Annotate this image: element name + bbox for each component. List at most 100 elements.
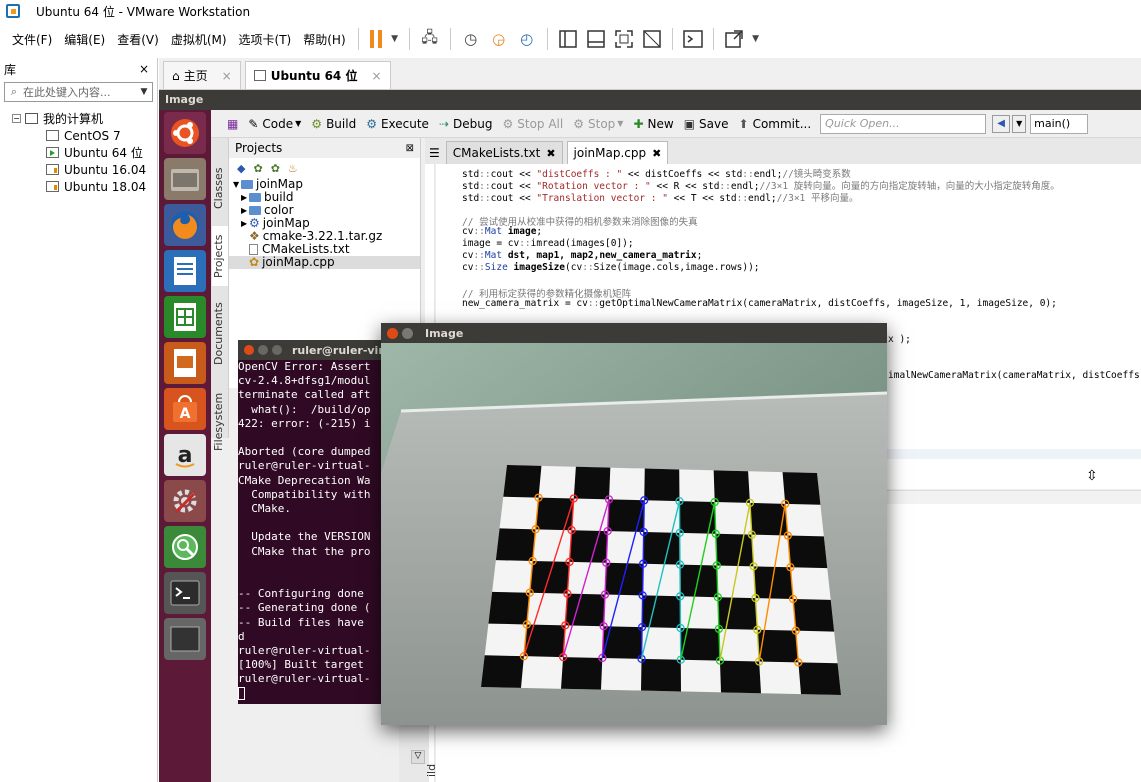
terminal-line: cv-2.4.8+dfsg1/modul [238,374,371,388]
opencv-image-window[interactable]: Image [381,323,887,725]
guest-screen[interactable]: Image A a ▦ ✎ Code ▼ ⚙ Build ⚙ Execute ⇢… [159,90,1141,782]
terminal-line: d [238,629,245,643]
code-button[interactable]: ✎ Code ▼ [248,117,301,131]
tree-node-file[interactable]: ✿ joinMap.cpp [229,256,420,269]
library-search-input[interactable]: ⌕ 在此处键入内容... ▼ [4,82,153,102]
stop-all-button[interactable]: ⚙ Stop All [502,117,563,131]
amazon-icon[interactable]: a [164,434,206,476]
menu-vm[interactable]: 虚拟机(M) [165,31,233,48]
codelite-icon[interactable] [164,526,206,568]
chevron-down-icon[interactable]: ▼ [136,87,152,97]
software-center-icon[interactable]: A [164,388,206,430]
tree-node-folder[interactable]: ▶ build [229,191,420,204]
thumbnail-bar-icon[interactable] [585,28,607,50]
close-icon[interactable]: ⊠ [406,143,414,154]
stretch-icon[interactable] [723,28,745,50]
minimize-icon[interactable] [402,327,413,339]
menu-edit[interactable]: 编辑(E) [58,31,111,48]
terminal-line: 422: error: (-215) i [238,416,371,430]
menu-help[interactable]: 帮助(H) [297,31,351,48]
pause-icon[interactable] [368,28,384,50]
new-button[interactable]: ✚ New [633,117,673,131]
maximize-icon[interactable] [272,345,282,355]
link-editor-icon[interactable]: ◆ [237,162,245,175]
stop-button[interactable]: ⚙ Stop ▼ [573,117,623,131]
tree-item-label: CentOS 7 [64,128,121,143]
tab-joinmap-cpp[interactable]: joinMap.cpp ✖ [566,141,669,164]
tab-build-vertical[interactable]: ild [425,755,441,782]
snapshot-manager-icon[interactable]: ◴ [516,28,538,50]
sidebar-toggle-icon[interactable] [557,28,579,50]
close-icon[interactable]: × [139,62,149,76]
send-keys-icon[interactable]: 🖧 [419,28,441,50]
save-button[interactable]: ▣ Save [684,117,729,131]
fullscreen-icon[interactable] [613,28,635,50]
close-icon[interactable] [244,345,254,355]
quick-open-input[interactable]: Quick Open... [820,113,987,134]
function-selector[interactable]: main() [1030,113,1089,134]
tab-projects[interactable]: Projects [212,226,228,286]
debug-button[interactable]: ⇢ Debug [439,117,493,131]
close-icon[interactable]: ✖ [652,147,661,160]
build-button[interactable]: ⚙ Build [311,117,356,131]
files-icon[interactable] [164,158,206,200]
tab-classes[interactable]: Classes [212,158,228,218]
calc-icon[interactable] [164,296,206,338]
tree-item-vm[interactable]: Ubuntu 18.04 [0,178,157,195]
close-icon[interactable] [387,327,398,339]
settings-icon[interactable]: ✿ [271,162,280,175]
terminal-line: terminate called aft [238,388,371,402]
build-project-icon[interactable]: ✿ [253,162,262,175]
tab-list-icon[interactable]: ☰ [429,146,440,160]
chessboard-square [569,530,608,563]
tree-item-my-computer[interactable]: − 我的计算机 [0,110,157,127]
clean-icon[interactable]: ♨ [288,162,298,175]
image-window-title: Image [425,326,464,340]
commit-button[interactable]: ⬆ Commit... [739,117,812,131]
tree-node-workspace[interactable]: ▼ joinMap [229,178,420,191]
chevron-down-icon[interactable]: ▼ [1012,114,1027,133]
console-view-icon[interactable] [682,28,704,50]
close-icon[interactable]: ✖ [546,147,555,160]
system-settings-icon[interactable] [164,480,206,522]
close-icon[interactable]: × [371,69,381,83]
close-icon[interactable]: × [222,69,232,83]
back-icon[interactable]: ◀ [992,114,1011,133]
terminal-window[interactable]: ruler@ruler-vir OpenCV Error: Assert cv-… [238,340,388,704]
minimize-icon[interactable] [258,345,268,355]
workspace-switcher-icon[interactable] [164,618,206,660]
writer-icon[interactable] [164,250,206,292]
tab-cmakelists[interactable]: CMakeLists.txt ✖ [445,141,563,164]
dash-home-icon[interactable] [164,112,206,154]
grid-icon[interactable]: ▦ [227,117,238,131]
terminal-icon[interactable] [164,572,206,614]
execute-button[interactable]: ⚙ Execute [366,117,429,131]
code-line: cv::Size imageSize(cv::Size(image.cols,i… [462,262,760,273]
menu-file[interactable]: 文件(F) [6,31,58,48]
terminal-line: ruler@ruler-virtual- [238,459,371,473]
snapshot-icon[interactable]: ◷ [460,28,482,50]
unity-mode-icon[interactable] [641,28,663,50]
tab-home[interactable]: ⌂ 主页 × [163,61,241,89]
terminal-line: -- Generating done ( [238,601,371,615]
collapse-icon[interactable]: − [12,114,21,123]
tree-item-vm[interactable]: Ubuntu 16.04 [0,161,157,178]
chevron-down-icon[interactable]: ▼ [390,28,400,50]
menu-view[interactable]: 查看(V) [111,31,165,48]
firefox-icon[interactable] [164,204,206,246]
filter-icon[interactable]: ▽ [411,750,425,764]
chevron-down-icon[interactable]: ▼ [751,28,761,50]
terminal-line: -- Configuring done [238,587,364,601]
tab-ubuntu[interactable]: Ubuntu 64 位 × [244,61,391,89]
commit-label: Commit... [752,116,812,131]
revert-snapshot-icon[interactable]: ◶ [488,28,510,50]
stop-label: Stop [588,116,616,131]
chessboard-square [561,657,603,690]
impress-icon[interactable] [164,342,206,384]
tab-filesystem[interactable]: Filesystem [212,382,228,462]
tree-item-vm[interactable]: CentOS 7 [0,127,157,144]
menu-tabs[interactable]: 选项卡(T) [233,31,298,48]
tree-item-vm[interactable]: Ubuntu 64 位 [0,144,157,161]
tab-documents[interactable]: Documents [212,294,228,374]
chessboard-square [529,561,570,594]
